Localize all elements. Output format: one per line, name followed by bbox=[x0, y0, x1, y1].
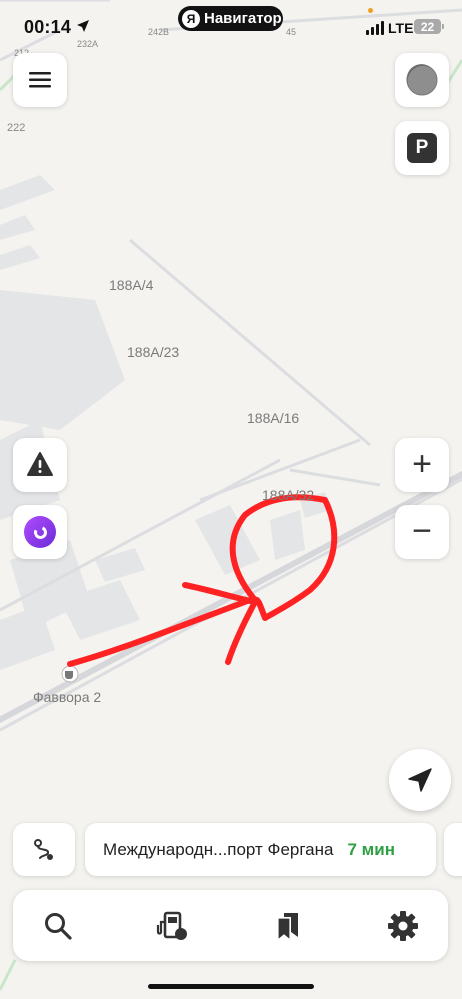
route-alt-card[interactable] bbox=[444, 823, 462, 876]
battery-icon: 22 bbox=[414, 19, 444, 34]
map-label: 188А/16 bbox=[247, 410, 300, 426]
poi-label: Фаввора 2 bbox=[33, 689, 102, 705]
hamburger-icon bbox=[29, 72, 51, 88]
road-event-button[interactable] bbox=[13, 438, 67, 492]
search-icon bbox=[45, 913, 72, 940]
parking-icon: P bbox=[407, 133, 437, 163]
zoom-out-button[interactable]: − bbox=[395, 505, 449, 559]
route-eta: 7 мин bbox=[347, 839, 395, 859]
map-label: 222 bbox=[7, 122, 26, 134]
yandex-logo: Я bbox=[182, 9, 200, 28]
status-time: 00:14 bbox=[24, 17, 72, 37]
warning-icon bbox=[27, 452, 53, 476]
alice-icon bbox=[24, 516, 56, 548]
fuel-icon bbox=[156, 911, 187, 940]
parking-button[interactable]: P bbox=[395, 121, 449, 175]
route-destination: Международн...порт Фергана bbox=[103, 839, 334, 859]
tab-bar bbox=[13, 890, 448, 961]
map-label: 188А/32 bbox=[262, 487, 315, 503]
route-icon bbox=[34, 838, 53, 860]
plus-icon: + bbox=[412, 445, 432, 483]
menu-button[interactable] bbox=[13, 53, 67, 107]
my-location-button[interactable] bbox=[389, 749, 451, 811]
network-label: LTE bbox=[388, 20, 414, 36]
zoom-in-button[interactable]: + bbox=[395, 438, 449, 492]
tab-settings[interactable] bbox=[379, 902, 427, 950]
route-summary[interactable]: Международн...порт Фергана 7 мин bbox=[85, 823, 436, 876]
signal-icon bbox=[366, 21, 384, 35]
app-pill[interactable]: Я Навигатор bbox=[178, 6, 283, 31]
route-options-button[interactable] bbox=[13, 823, 75, 876]
location-arrow-icon bbox=[77, 20, 89, 32]
status-bar: 00:14 Я Навигатор LTE 22 bbox=[0, 0, 462, 52]
map-label: 188А/23 bbox=[127, 344, 180, 360]
app-pill-label: Навигатор bbox=[204, 10, 282, 27]
minus-icon: − bbox=[412, 512, 432, 550]
battery-level: 22 bbox=[420, 19, 435, 34]
privacy-dot bbox=[368, 8, 373, 13]
settings-icon bbox=[388, 911, 418, 941]
home-indicator[interactable] bbox=[148, 984, 314, 989]
map-label: 188А/4 bbox=[109, 277, 154, 293]
tab-fuel[interactable] bbox=[149, 902, 197, 950]
navigation-arrow-icon bbox=[408, 768, 432, 792]
map-style-icon bbox=[406, 64, 438, 96]
tab-bookmarks[interactable] bbox=[264, 902, 312, 950]
alice-button[interactable] bbox=[13, 505, 67, 559]
tab-search[interactable] bbox=[34, 902, 82, 950]
layers-button[interactable] bbox=[395, 53, 449, 107]
bookmarks-icon bbox=[277, 913, 298, 941]
